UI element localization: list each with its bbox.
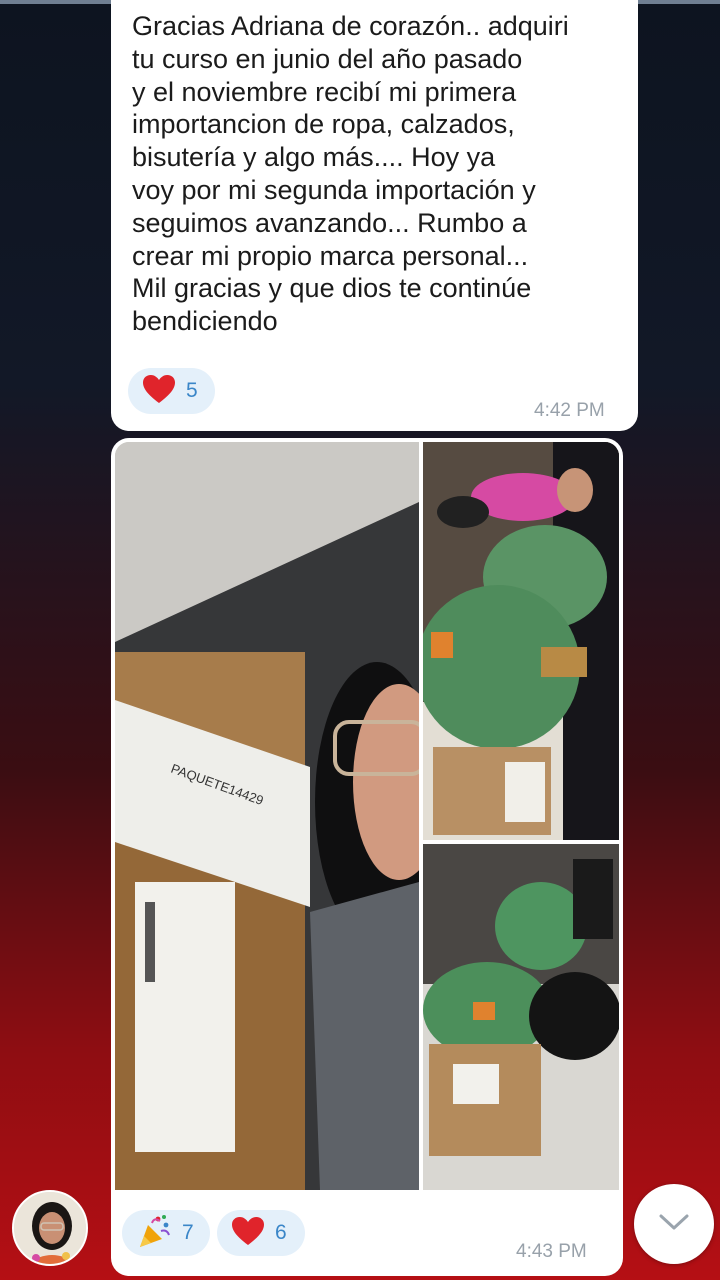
reaction-count: 7	[182, 1221, 194, 1244]
chevron-down-icon	[658, 1212, 690, 1237]
message-bubble[interactable]: Gracias Adriana de corazón.. adquiri tu …	[111, 0, 638, 431]
heart-icon	[231, 1216, 265, 1251]
photo-woman-with-green-packages[interactable]	[423, 442, 619, 840]
message-time: 4:42 PM	[534, 400, 605, 421]
reaction-count: 5	[186, 379, 198, 402]
photo-selfie-with-box[interactable]: PAQUETE14429	[115, 442, 419, 1190]
scroll-to-bottom-button[interactable]	[634, 1184, 714, 1264]
message-text: Gracias Adriana de corazón.. adquiri tu …	[132, 11, 569, 337]
reaction-count: 6	[275, 1221, 287, 1244]
reaction-heart[interactable]: 6	[217, 1210, 305, 1256]
heart-icon	[142, 374, 176, 409]
avatar[interactable]	[12, 1190, 88, 1266]
reaction-party[interactable]: 7	[122, 1210, 210, 1256]
photo-packages-on-floor[interactable]	[423, 844, 619, 1190]
message-time: 4:43 PM	[516, 1241, 587, 1262]
album-message-bubble[interactable]: PAQUETE14429 7 6 4:43 PM	[111, 438, 623, 1276]
reaction-heart[interactable]: 5	[128, 368, 215, 414]
party-popper-icon	[136, 1213, 172, 1254]
